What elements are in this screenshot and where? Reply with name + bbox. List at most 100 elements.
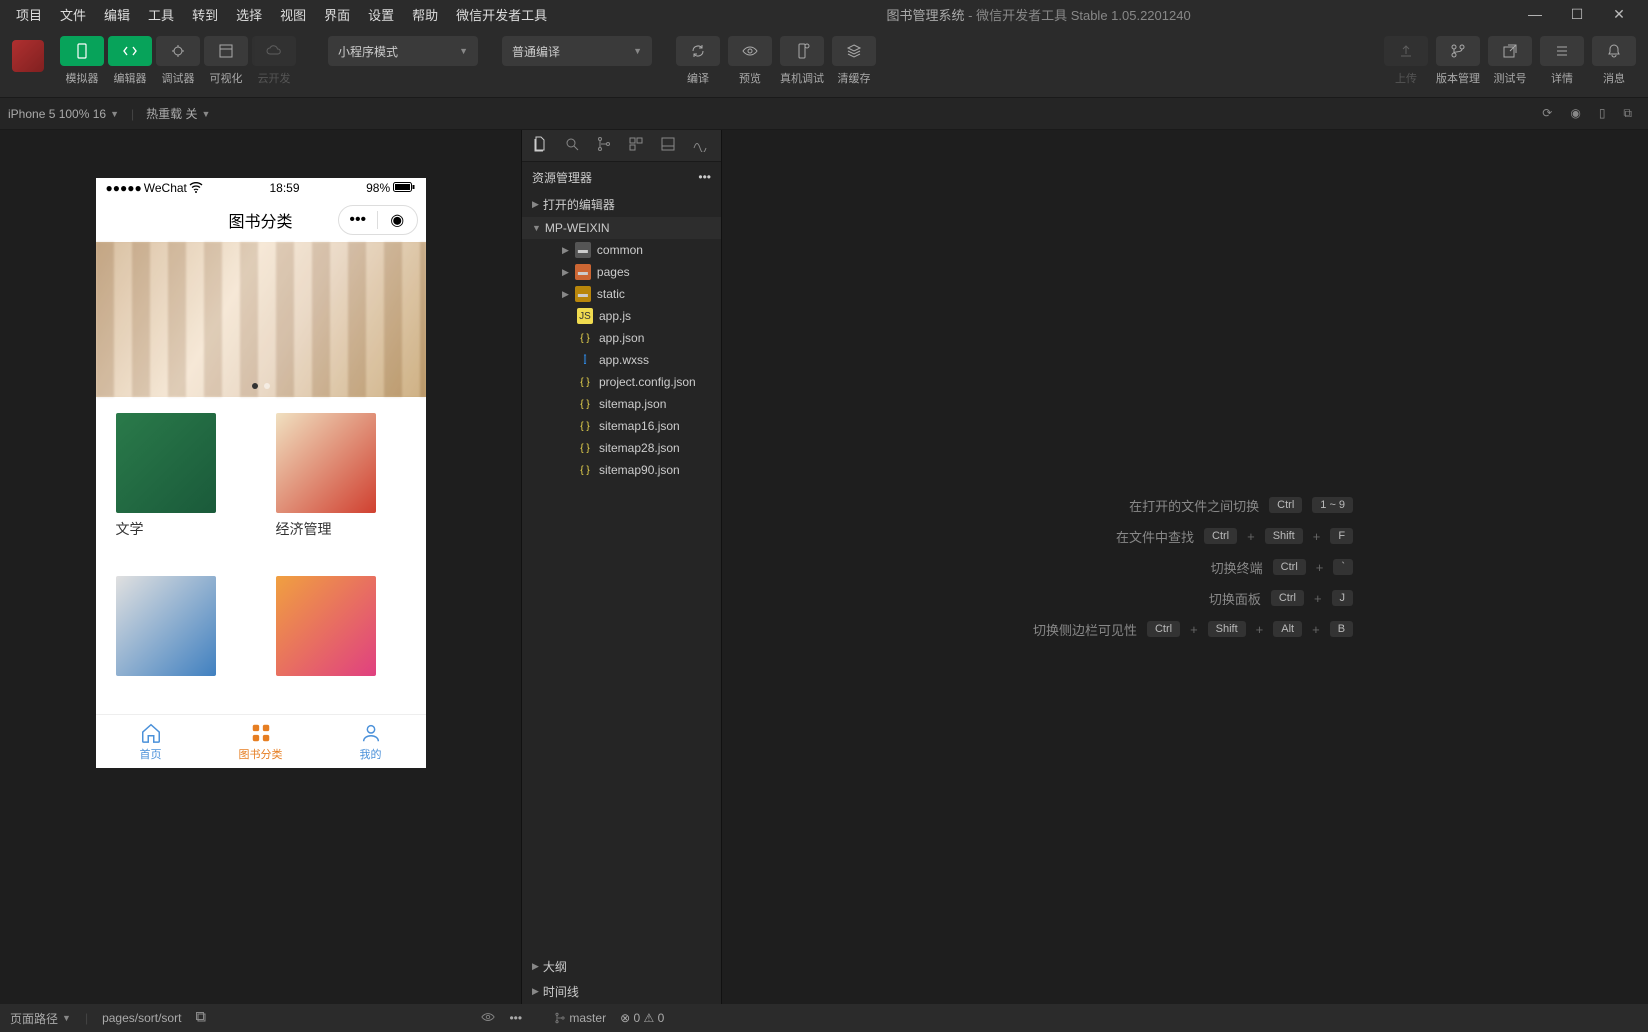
chevron-right-icon: ▶ bbox=[562, 245, 569, 256]
menu-project[interactable]: 项目 bbox=[8, 1, 50, 28]
page-path-selector[interactable]: 页面路径 ▼ bbox=[10, 1010, 71, 1027]
message-label: 消息 bbox=[1603, 70, 1625, 86]
compile-button[interactable] bbox=[676, 36, 720, 66]
kbd-key: Ctrl bbox=[1147, 621, 1180, 637]
file-icon: ⫿ bbox=[577, 352, 593, 368]
tree-file[interactable]: { }sitemap16.json bbox=[522, 415, 721, 437]
version-label: 版本管理 bbox=[1436, 70, 1480, 86]
search-icon[interactable] bbox=[564, 136, 580, 155]
project-root[interactable]: ▼ MP-WEIXIN bbox=[522, 217, 721, 239]
kbd-key: Alt bbox=[1273, 621, 1302, 637]
device-icon[interactable]: ▯ bbox=[1599, 106, 1606, 121]
tree-file[interactable]: { }sitemap.json bbox=[522, 393, 721, 415]
more-icon[interactable]: ••• bbox=[698, 170, 711, 184]
explorer-title: 资源管理器 bbox=[532, 169, 592, 186]
folder-icon: ▬ bbox=[575, 242, 591, 258]
details-button[interactable] bbox=[1540, 36, 1584, 66]
close-button[interactable]: ✕ bbox=[1606, 6, 1632, 23]
tab-mine[interactable]: 我的 bbox=[316, 715, 426, 768]
banner-image[interactable] bbox=[96, 242, 426, 397]
menu-goto[interactable]: 转到 bbox=[184, 1, 226, 28]
testnum-label: 测试号 bbox=[1494, 70, 1527, 86]
branch-indicator[interactable]: master bbox=[554, 1011, 606, 1025]
message-button[interactable] bbox=[1592, 36, 1636, 66]
refresh-icon[interactable]: ⟳ bbox=[1542, 106, 1552, 121]
copy-icon[interactable] bbox=[195, 1011, 207, 1026]
version-button[interactable] bbox=[1436, 36, 1480, 66]
menu-settings[interactable]: 设置 bbox=[360, 1, 402, 28]
tree-file[interactable]: { }sitemap90.json bbox=[522, 459, 721, 481]
clear-cache-button[interactable] bbox=[832, 36, 876, 66]
category-item[interactable] bbox=[276, 576, 406, 699]
open-editors-label: 打开的编辑器 bbox=[543, 196, 615, 213]
more-icon[interactable]: ••• bbox=[509, 1011, 522, 1025]
tree-folder[interactable]: ▶▬common bbox=[522, 239, 721, 261]
debugger-button[interactable] bbox=[156, 36, 200, 66]
preview-button[interactable] bbox=[728, 36, 772, 66]
eye-icon[interactable] bbox=[481, 1010, 495, 1027]
project-icon[interactable] bbox=[12, 40, 44, 72]
category-item[interactable]: 文学 bbox=[116, 413, 246, 556]
category-item[interactable]: 经济管理 bbox=[276, 413, 406, 556]
tree-folder[interactable]: ▶▬static bbox=[522, 283, 721, 305]
menu-file[interactable]: 文件 bbox=[52, 1, 94, 28]
app-mode-dropdown[interactable]: 小程序模式 ▼ bbox=[328, 36, 478, 66]
problems-indicator[interactable]: ⊗ 0 ⚠ 0 bbox=[620, 1011, 664, 1025]
menu-wechat-devtools[interactable]: 微信开发者工具 bbox=[448, 1, 555, 28]
main-area: ●●●●● WeChat 18:59 98% 图书分类 ••• bbox=[0, 130, 1648, 1004]
open-editors-section[interactable]: ▶ 打开的编辑器 bbox=[522, 192, 721, 217]
tab-home[interactable]: 首页 bbox=[96, 715, 206, 768]
files-icon[interactable] bbox=[532, 136, 548, 155]
top-toolbar: 模拟器 编辑器 调试器 可视化 云开发 小程序模式 ▼ 普通编译 ▼ 编译 预览 bbox=[0, 28, 1648, 98]
extensions-icon[interactable] bbox=[628, 136, 644, 155]
layout-icon bbox=[218, 43, 234, 59]
tree-file[interactable]: JSapp.js bbox=[522, 305, 721, 327]
tree-file[interactable]: ⫿app.wxss bbox=[522, 349, 721, 371]
hotreload-value: 热重载 关 bbox=[146, 105, 197, 122]
file-icon: JS bbox=[577, 308, 593, 324]
menu-ui[interactable]: 界面 bbox=[316, 1, 358, 28]
visual-button[interactable] bbox=[204, 36, 248, 66]
menu-view[interactable]: 视图 bbox=[272, 1, 314, 28]
real-debug-button[interactable] bbox=[780, 36, 824, 66]
compile-mode-dropdown[interactable]: 普通编译 ▼ bbox=[502, 36, 652, 66]
record-icon[interactable]: ◉ bbox=[1570, 106, 1580, 121]
timeline-section[interactable]: ▶ 时间线 bbox=[522, 979, 721, 1004]
code-icon bbox=[122, 43, 138, 59]
tree-file[interactable]: { }sitemap28.json bbox=[522, 437, 721, 459]
upload-button[interactable] bbox=[1384, 36, 1428, 66]
grid-icon bbox=[250, 722, 272, 744]
git-icon[interactable] bbox=[596, 136, 612, 155]
category-item[interactable] bbox=[116, 576, 246, 699]
tree-file[interactable]: { }project.config.json bbox=[522, 371, 721, 393]
tree-file[interactable]: { }app.json bbox=[522, 327, 721, 349]
device-selector[interactable]: iPhone 5 100% 16 ▼ bbox=[8, 107, 119, 121]
cloud-dev-button[interactable] bbox=[252, 36, 296, 66]
hint-label: 在打开的文件之间切换 bbox=[1129, 496, 1259, 515]
kbd-key: F bbox=[1330, 528, 1353, 544]
editor-label: 编辑器 bbox=[108, 70, 152, 86]
capsule-close-button[interactable]: ◉ bbox=[378, 210, 417, 230]
popout-icon[interactable]: ⧉ bbox=[1623, 106, 1632, 121]
panel-icon[interactable] bbox=[660, 136, 676, 155]
menu-select[interactable]: 选择 bbox=[228, 1, 270, 28]
phone-icon bbox=[74, 43, 90, 59]
minimize-button[interactable]: — bbox=[1522, 6, 1548, 23]
category-label: 经济管理 bbox=[276, 519, 406, 539]
chevron-right-icon: ▶ bbox=[532, 199, 539, 210]
simulator-button[interactable] bbox=[60, 36, 104, 66]
terminal-icon[interactable] bbox=[692, 136, 708, 155]
capsule-menu-button[interactable]: ••• bbox=[339, 211, 379, 229]
menu-help[interactable]: 帮助 bbox=[404, 1, 446, 28]
mode-group: 模拟器 编辑器 调试器 可视化 云开发 bbox=[60, 36, 296, 86]
testnum-button[interactable] bbox=[1488, 36, 1532, 66]
tree-folder[interactable]: ▶▬pages bbox=[522, 261, 721, 283]
hotreload-selector[interactable]: 热重载 关 ▼ bbox=[146, 105, 210, 122]
editor-button[interactable] bbox=[108, 36, 152, 66]
tab-category[interactable]: 图书分类 bbox=[206, 715, 316, 768]
maximize-button[interactable]: ☐ bbox=[1564, 6, 1590, 23]
outline-section[interactable]: ▶ 大纲 bbox=[522, 954, 721, 979]
category-image bbox=[276, 576, 376, 676]
menu-edit[interactable]: 编辑 bbox=[96, 1, 138, 28]
menu-tools[interactable]: 工具 bbox=[140, 1, 182, 28]
